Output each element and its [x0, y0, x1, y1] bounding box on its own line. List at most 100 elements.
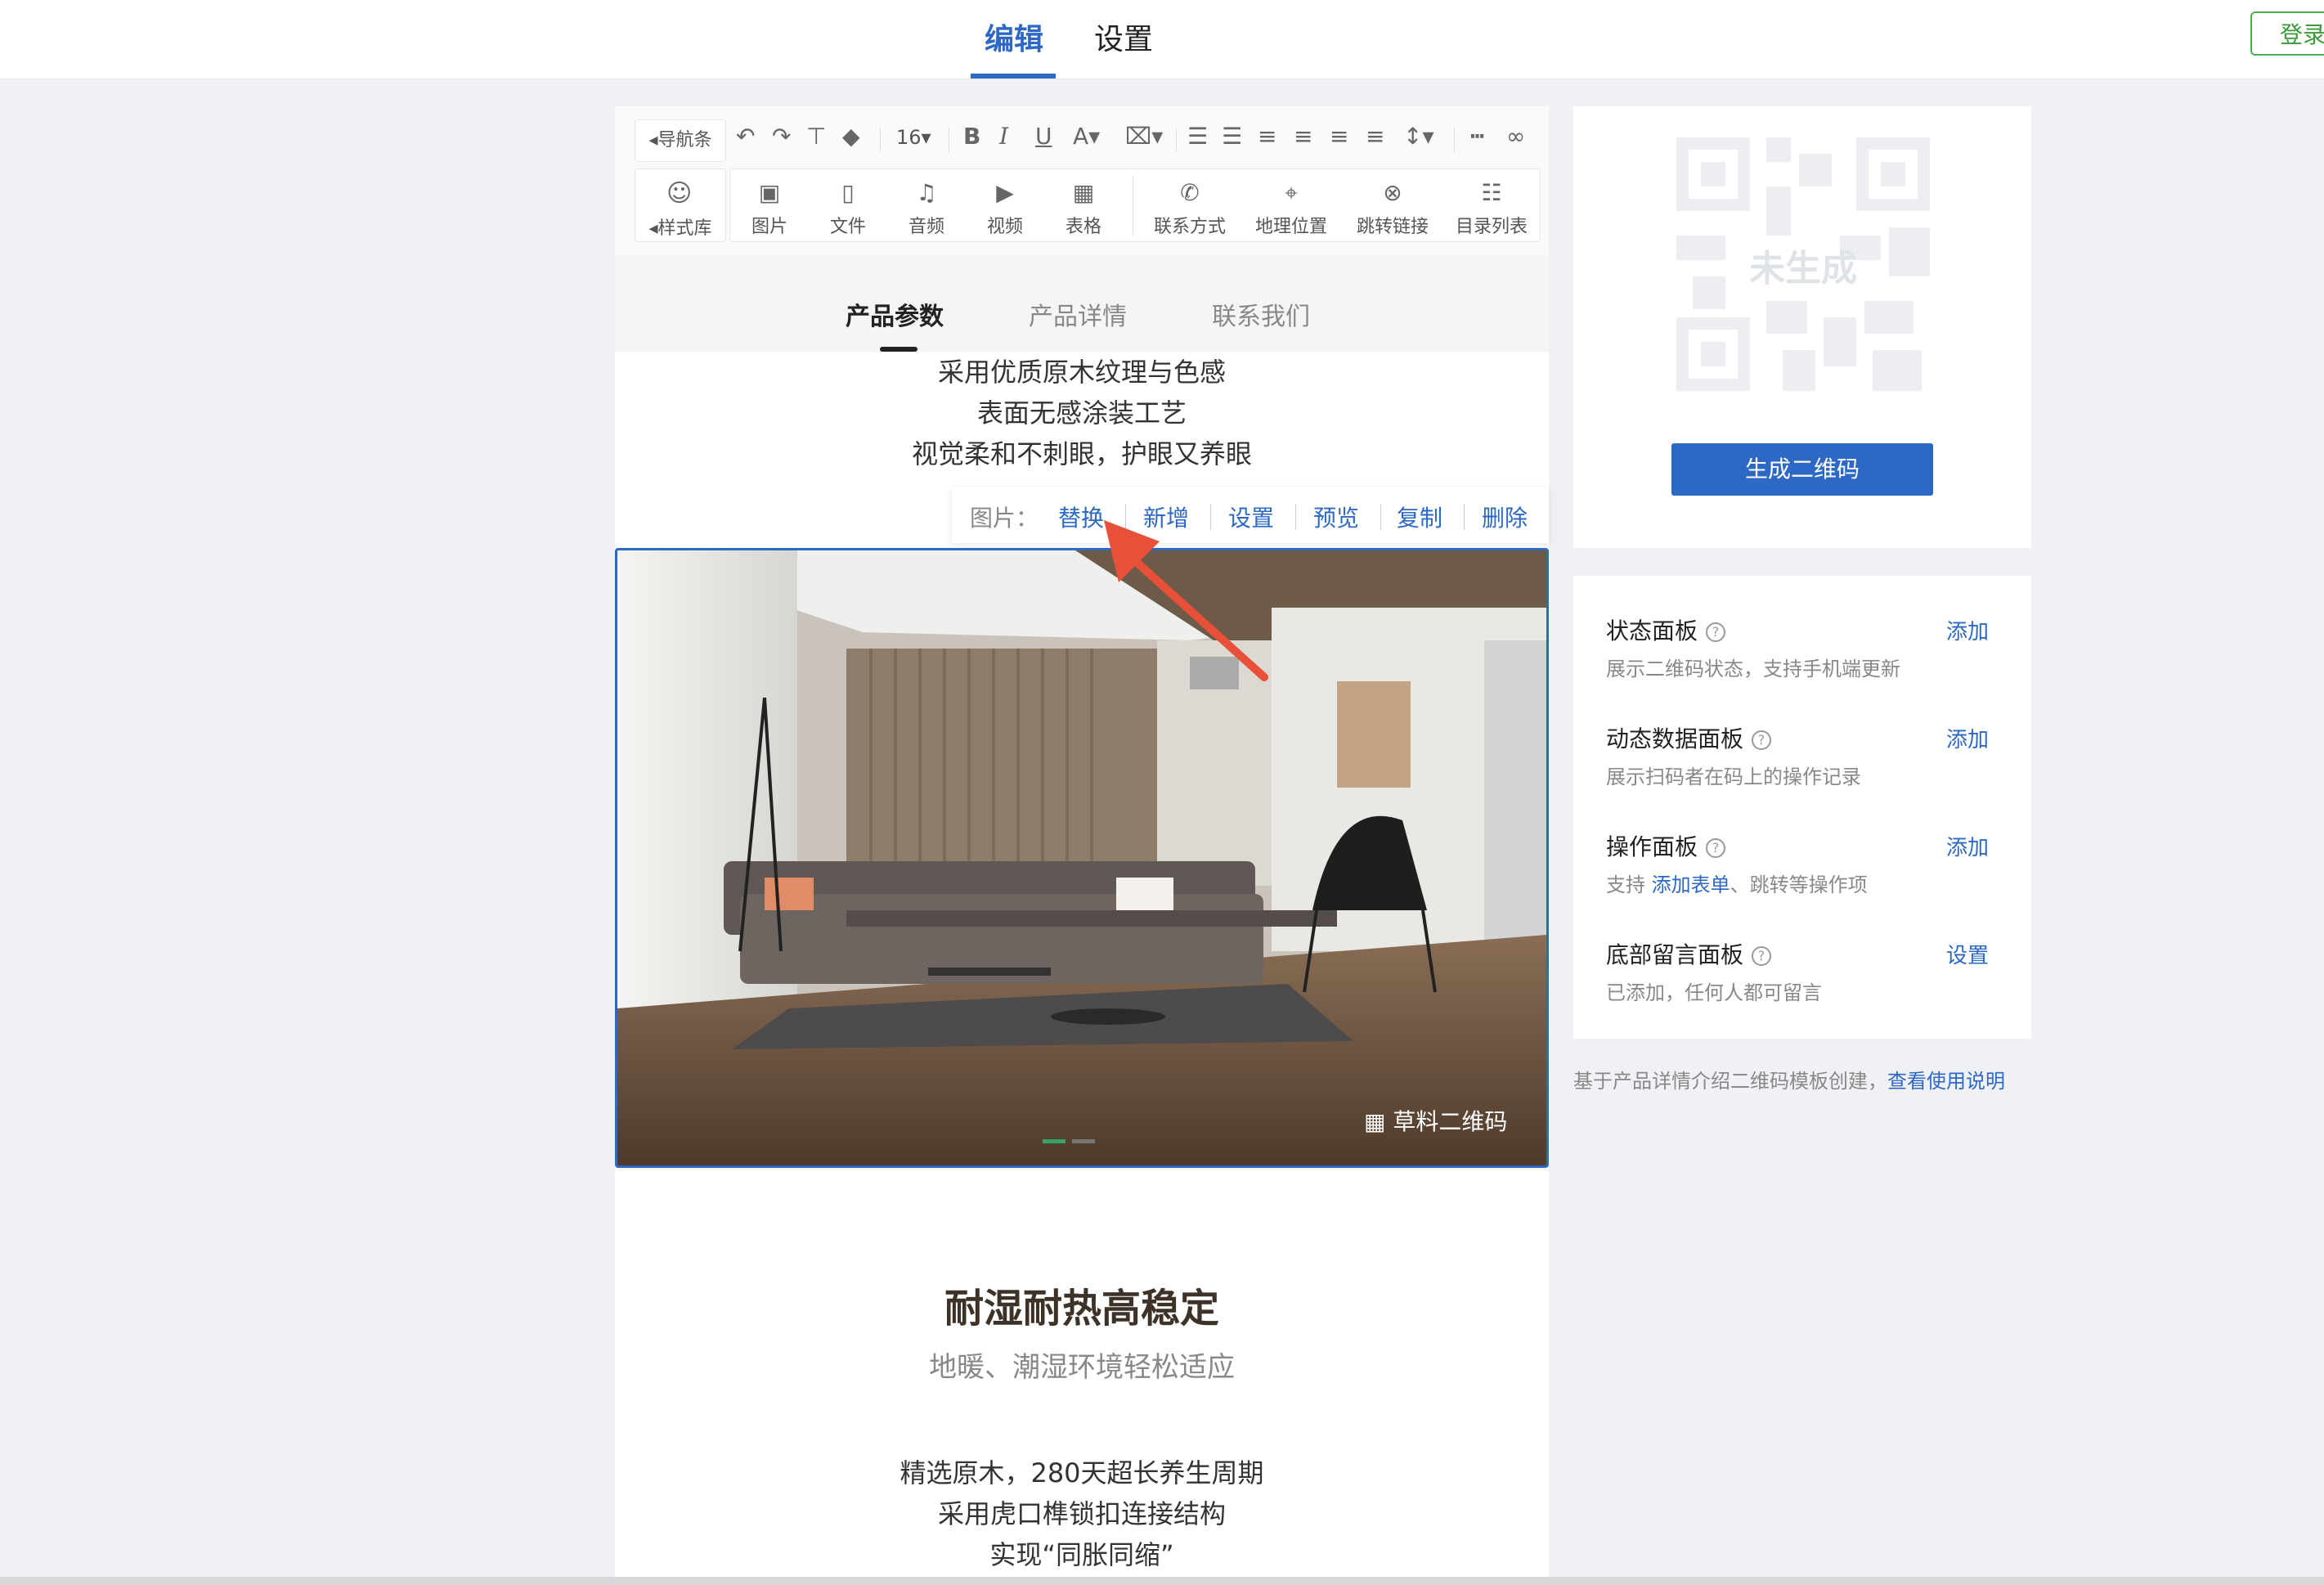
top-navbar: [0, 0, 2324, 79]
section-subheading: 地暖、潮湿环境轻松适应: [929, 1351, 1235, 1384]
help-icon[interactable]: ?: [1706, 622, 1726, 642]
panel-desc-dynamic: 展示扫码者在码上的操作记录: [1606, 766, 1861, 788]
format-painter-icon[interactable]: ⊤: [806, 123, 826, 150]
style-library-button[interactable]: ☺ ◂样式库: [635, 168, 726, 242]
unordered-list-icon[interactable]: ☰: [1222, 123, 1242, 150]
login-button[interactable]: 登录: [2250, 11, 2324, 56]
panel-desc-comments: 已添加，任何人都可留言: [1606, 981, 1822, 1004]
usage-guide-link[interactable]: 查看使用说明: [1887, 1070, 2005, 1093]
file-icon: ▯: [841, 179, 855, 206]
align-right-icon[interactable]: ≡: [1330, 123, 1348, 150]
copy-image-button[interactable]: 复制: [1397, 501, 1442, 533]
annotation-arrow-icon: [1104, 520, 1268, 681]
insert-image-label: 图片: [751, 217, 787, 237]
list-icon: ☷: [1481, 179, 1502, 206]
table-icon: ▦: [1072, 179, 1095, 206]
chain-link-icon: ⊗: [1383, 179, 1402, 206]
bold-icon[interactable]: B: [963, 123, 980, 150]
qr-placeholder-text: 未生成: [1749, 248, 1857, 290]
section-line: 实现“同胀同缩”: [989, 1539, 1174, 1570]
line-height-icon[interactable]: ↕▾: [1403, 123, 1434, 150]
insert-video-button[interactable]: ▶ 视频: [966, 169, 1044, 241]
insert-table-label: 表格: [1065, 217, 1101, 237]
insert-jump-link-label: 跳转链接: [1356, 217, 1429, 237]
add-form-link[interactable]: 添加表单: [1652, 873, 1730, 896]
align-left-icon[interactable]: ≡: [1258, 123, 1276, 150]
font-size-select[interactable]: 16▾: [896, 126, 931, 149]
panel-desc-operation: 支持 添加表单、跳转等操作项: [1606, 873, 1868, 896]
delete-image-button[interactable]: 删除: [1482, 501, 1528, 533]
palette-icon: ☺: [666, 179, 693, 208]
panel-title-dynamic: 动态数据面板?: [1606, 721, 1772, 754]
insert-location-button[interactable]: ⌖ 地理位置: [1241, 169, 1342, 241]
toolbar-divider: [1176, 128, 1177, 152]
content-tab-params[interactable]: 产品参数: [846, 296, 944, 332]
insert-file-label: 文件: [829, 217, 866, 237]
insert-table-button[interactable]: ▦ 表格: [1044, 169, 1123, 241]
insert-contact-button[interactable]: ✆ 联系方式: [1139, 169, 1241, 241]
qr-code-icon: ▦: [1364, 1108, 1386, 1135]
image-toolbar-label: 图片：: [970, 505, 1039, 532]
intro-line: 表面无感涂装工艺: [976, 397, 1187, 429]
insert-location-label: 地理位置: [1254, 217, 1327, 237]
tab-settings[interactable]: 设置: [1094, 11, 1153, 69]
insert-toc-button[interactable]: ☷ 目录列表: [1443, 169, 1540, 241]
section-heading: 耐湿耐热高稳定: [944, 1286, 1219, 1331]
video-play-icon: ▶: [996, 179, 1014, 206]
highlight-icon[interactable]: ⌧▾: [1125, 123, 1163, 150]
qr-watermark: ▦ 草料二维码: [1364, 1104, 1507, 1137]
separator: [1295, 504, 1296, 530]
content-tab-detail[interactable]: 产品详情: [1029, 296, 1127, 332]
eraser-icon[interactable]: ◆: [842, 123, 860, 150]
ordered-list-icon[interactable]: ☰: [1187, 123, 1208, 150]
insert-audio-button[interactable]: ♫ 音频: [887, 169, 966, 241]
panel-title-status: 状态面板?: [1606, 613, 1726, 646]
add-operation-panel-button[interactable]: 添加: [1946, 831, 1989, 861]
window-bottom-edge: [0, 1577, 2324, 1585]
intro-line: 视觉柔和不刺眼，护眼又养眼: [911, 438, 1252, 469]
toolbar-divider: [880, 128, 881, 152]
undo-icon[interactable]: ↶: [736, 123, 755, 150]
generate-qr-button[interactable]: 生成二维码: [1671, 443, 1933, 496]
preview-image-button[interactable]: 预览: [1313, 501, 1359, 533]
template-note: 基于产品详情介绍二维码模板创建，查看使用说明: [1573, 1070, 2005, 1093]
add-dynamic-panel-button[interactable]: 添加: [1946, 723, 1989, 753]
comment-panel-settings-button[interactable]: 设置: [1946, 939, 1989, 969]
panel-desc-status: 展示二维码状态，支持手机端更新: [1606, 658, 1900, 680]
panel-title-operation: 操作面板?: [1606, 829, 1726, 862]
intro-line: 采用优质原木纹理与色感: [937, 357, 1226, 388]
content-tab-contact[interactable]: 联系我们: [1212, 296, 1310, 332]
toolbar-divider: [1454, 128, 1455, 152]
link-icon[interactable]: ∞: [1506, 123, 1525, 150]
insert-toolbar: ▣ 图片 ▯ 文件 ♫ 音频 ▶ 视频 ▦ 表格 ✆ 联系方式 ⌖ 地理位置 ⊗…: [729, 168, 1541, 242]
insert-toc-label: 目录列表: [1455, 217, 1528, 237]
help-icon[interactable]: ?: [1752, 730, 1772, 750]
align-justify-icon[interactable]: ≡: [1366, 123, 1384, 150]
tab-edit[interactable]: 编辑: [985, 11, 1043, 69]
redo-icon[interactable]: ↷: [772, 123, 791, 150]
help-icon[interactable]: ?: [1752, 946, 1772, 966]
watermark-text: 草料二维码: [1393, 1108, 1508, 1135]
map-pin-icon: ⌖: [1285, 179, 1298, 206]
separator: [1464, 504, 1465, 530]
insert-video-label: 视频: [986, 217, 1023, 237]
separator: [1380, 504, 1381, 530]
italic-icon[interactable]: I: [999, 123, 1008, 150]
insert-jump-link-button[interactable]: ⊗ 跳转链接: [1342, 169, 1443, 241]
image-icon: ▣: [758, 179, 781, 206]
active-tab-indicator: [971, 74, 1056, 79]
section-line: 精选原木，280天超长养生周期: [900, 1457, 1264, 1488]
nav-bar-button[interactable]: ◂导航条: [635, 119, 726, 162]
underline-icon[interactable]: U: [1035, 123, 1052, 150]
section-line: 采用虎口榫锁扣连接结构: [937, 1498, 1226, 1529]
add-status-panel-button[interactable]: 添加: [1946, 615, 1989, 645]
phone-icon: ✆: [1180, 179, 1200, 206]
insert-contact-label: 联系方式: [1153, 217, 1226, 237]
insert-file-button[interactable]: ▯ 文件: [809, 169, 887, 241]
insert-image-button[interactable]: ▣ 图片: [730, 169, 809, 241]
divider-line-icon[interactable]: ┅: [1470, 123, 1484, 150]
style-library-label: ◂样式库: [648, 218, 712, 239]
help-icon[interactable]: ?: [1706, 838, 1726, 858]
font-color-icon[interactable]: A▾: [1073, 123, 1100, 150]
align-center-icon[interactable]: ≡: [1294, 123, 1312, 150]
